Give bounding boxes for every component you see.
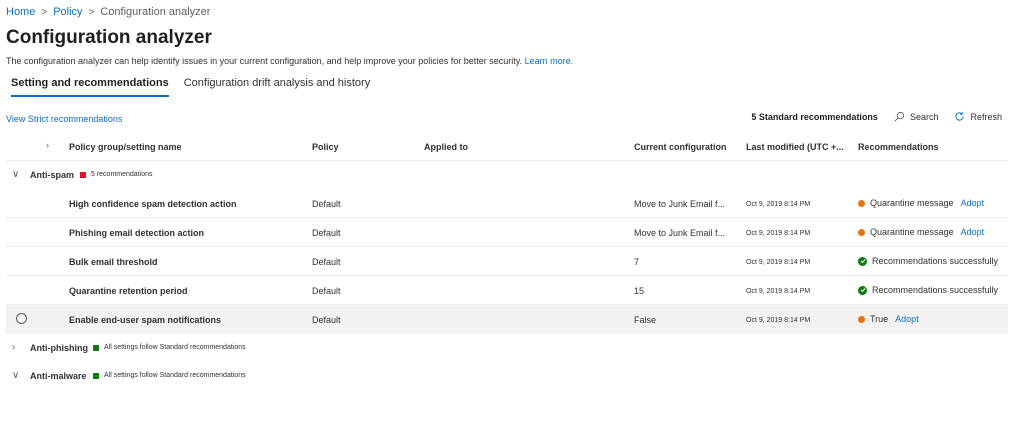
group-status-text: 5 recommendations bbox=[91, 171, 153, 178]
column-header-current-configuration[interactable]: Current configuration bbox=[634, 142, 727, 152]
recommendation: Quarantine message Adopt bbox=[858, 198, 984, 208]
recommendation-text: Recommendations successfully bbox=[872, 285, 999, 295]
group-status: 5 recommendations bbox=[80, 171, 152, 178]
group-status-text: All settings follow Standard recommendat… bbox=[104, 372, 246, 379]
warning-dot-icon bbox=[858, 199, 865, 207]
breadcrumb-separator: > bbox=[41, 6, 48, 18]
chevron-down-icon[interactable]: ∨ bbox=[12, 370, 19, 381]
warning-dot-icon bbox=[858, 228, 865, 236]
row-select-radio[interactable] bbox=[16, 313, 27, 324]
setting-name: High confidence spam detection action bbox=[69, 199, 237, 209]
refresh-button[interactable]: Refresh bbox=[954, 111, 1002, 122]
current-configuration: Move to Junk Email f... bbox=[634, 199, 726, 209]
search-button[interactable]: Search bbox=[894, 111, 939, 122]
group-name: Anti-phishing bbox=[30, 343, 88, 353]
policy-value: Default bbox=[312, 315, 341, 325]
search-icon bbox=[894, 111, 905, 122]
last-modified: Oct 9, 2019 8:14 PM bbox=[746, 259, 811, 266]
chevron-down-icon[interactable]: ∨ bbox=[12, 169, 19, 180]
group-status: All settings follow Standard recommendat… bbox=[93, 372, 246, 379]
last-modified: Oct 9, 2019 8:14 PM bbox=[746, 317, 811, 324]
recommendation-text: True bbox=[870, 314, 889, 324]
success-check-icon bbox=[858, 285, 867, 295]
tab-bar: Setting and recommendations Configuratio… bbox=[11, 77, 370, 97]
column-header-applied-to[interactable]: Applied to bbox=[424, 142, 468, 152]
recommendations-table: › Policy group/setting name Policy Appli… bbox=[6, 132, 1008, 390]
setting-name: Enable end-user spam notifications bbox=[69, 315, 222, 325]
column-header-last-modified[interactable]: Last modified (UTC +... bbox=[746, 142, 844, 152]
last-modified: Oct 9, 2019 8:14 PM bbox=[746, 230, 811, 237]
table-row[interactable]: Bulk email threshold Default 7 Oct 9, 20… bbox=[6, 247, 1008, 276]
breadcrumb-home-link[interactable]: Home bbox=[6, 6, 35, 18]
recommendation: Quarantine message Adopt bbox=[858, 227, 984, 237]
group-status-text: All settings follow Standard recommendat… bbox=[104, 344, 246, 351]
table-row[interactable]: High confidence spam detection action De… bbox=[6, 189, 1008, 218]
search-label: Search bbox=[909, 111, 939, 122]
table-row[interactable]: Enable end-user spam notifications Defau… bbox=[6, 305, 1008, 334]
learn-more-link[interactable]: Learn more. bbox=[525, 56, 574, 66]
policy-value: Default bbox=[312, 257, 341, 267]
recommendation: Recommendations successfully bbox=[858, 285, 998, 295]
breadcrumb-separator: > bbox=[88, 6, 95, 18]
current-configuration: Move to Junk Email f... bbox=[634, 228, 726, 238]
group-anti-malware[interactable]: ∨ Anti-malware All settings follow Stand… bbox=[6, 362, 1008, 390]
table-header: › Policy group/setting name Policy Appli… bbox=[6, 132, 1008, 161]
breadcrumb-current: Configuration analyzer bbox=[100, 6, 211, 18]
adopt-button[interactable]: Adopt bbox=[961, 198, 985, 208]
recommendations-count: 5 Standard recommendations bbox=[751, 111, 878, 122]
column-header-recommendations[interactable]: Recommendations bbox=[858, 142, 939, 152]
group-anti-phishing[interactable]: › Anti-phishing All settings follow Stan… bbox=[6, 334, 1008, 362]
setting-name: Phishing email detection action bbox=[69, 228, 205, 238]
table-row[interactable]: Quarantine retention period Default 15 O… bbox=[6, 276, 1008, 305]
recommendation-text: Quarantine message bbox=[870, 198, 954, 208]
policy-value: Default bbox=[312, 228, 341, 238]
adopt-button[interactable]: Adopt bbox=[961, 227, 985, 237]
recommendation-text: Recommendations successfully bbox=[872, 256, 999, 266]
toolbar: 5 Standard recommendations Search Refres… bbox=[751, 111, 1002, 122]
green-status-square-icon bbox=[93, 344, 99, 351]
group-status: All settings follow Standard recommendat… bbox=[93, 344, 246, 351]
current-configuration: False bbox=[634, 315, 657, 325]
group-name: Anti-malware bbox=[30, 371, 87, 381]
tab-setting-and-recommendations[interactable]: Setting and recommendations bbox=[11, 77, 169, 97]
page-title: Configuration analyzer bbox=[6, 27, 212, 48]
page-description: The configuration analyzer can help iden… bbox=[6, 56, 573, 66]
column-header-policy[interactable]: Policy bbox=[312, 142, 339, 152]
red-status-square-icon bbox=[80, 171, 86, 178]
recommendation-text: Quarantine message bbox=[870, 227, 954, 237]
tab-configuration-drift-analysis[interactable]: Configuration drift analysis and history bbox=[184, 77, 370, 97]
warning-dot-icon bbox=[858, 315, 865, 323]
breadcrumb-policy-link[interactable]: Policy bbox=[53, 6, 82, 18]
setting-name: Quarantine retention period bbox=[69, 286, 188, 296]
last-modified: Oct 9, 2019 8:14 PM bbox=[746, 201, 811, 208]
current-configuration: 15 bbox=[634, 286, 645, 296]
description-text: The configuration analyzer can help iden… bbox=[6, 56, 523, 66]
last-modified: Oct 9, 2019 8:14 PM bbox=[746, 288, 811, 295]
green-status-square-icon bbox=[93, 372, 99, 379]
adopt-button[interactable]: Adopt bbox=[895, 314, 919, 324]
current-configuration: 7 bbox=[634, 257, 640, 267]
group-name: Anti-spam bbox=[30, 170, 75, 180]
refresh-icon bbox=[955, 111, 965, 121]
policy-value: Default bbox=[312, 286, 341, 296]
breadcrumb: Home > Policy > Configuration analyzer bbox=[6, 6, 210, 18]
recommendation: Recommendations successfully bbox=[858, 256, 998, 266]
column-header-name[interactable]: Policy group/setting name bbox=[69, 142, 182, 152]
policy-value: Default bbox=[312, 199, 341, 209]
recommendation: True Adopt bbox=[858, 314, 919, 324]
chevron-right-icon[interactable]: › bbox=[12, 342, 15, 353]
view-strict-recommendations-link[interactable]: View Strict recommendations bbox=[6, 114, 122, 124]
group-anti-spam[interactable]: ∨ Anti-spam 5 recommendations bbox=[6, 161, 1008, 189]
success-check-icon bbox=[858, 256, 867, 266]
setting-name: Bulk email threshold bbox=[69, 257, 158, 267]
refresh-label: Refresh bbox=[970, 111, 1002, 122]
table-row[interactable]: Phishing email detection action Default … bbox=[6, 218, 1008, 247]
expand-all-chevron-icon[interactable]: › bbox=[46, 140, 49, 150]
